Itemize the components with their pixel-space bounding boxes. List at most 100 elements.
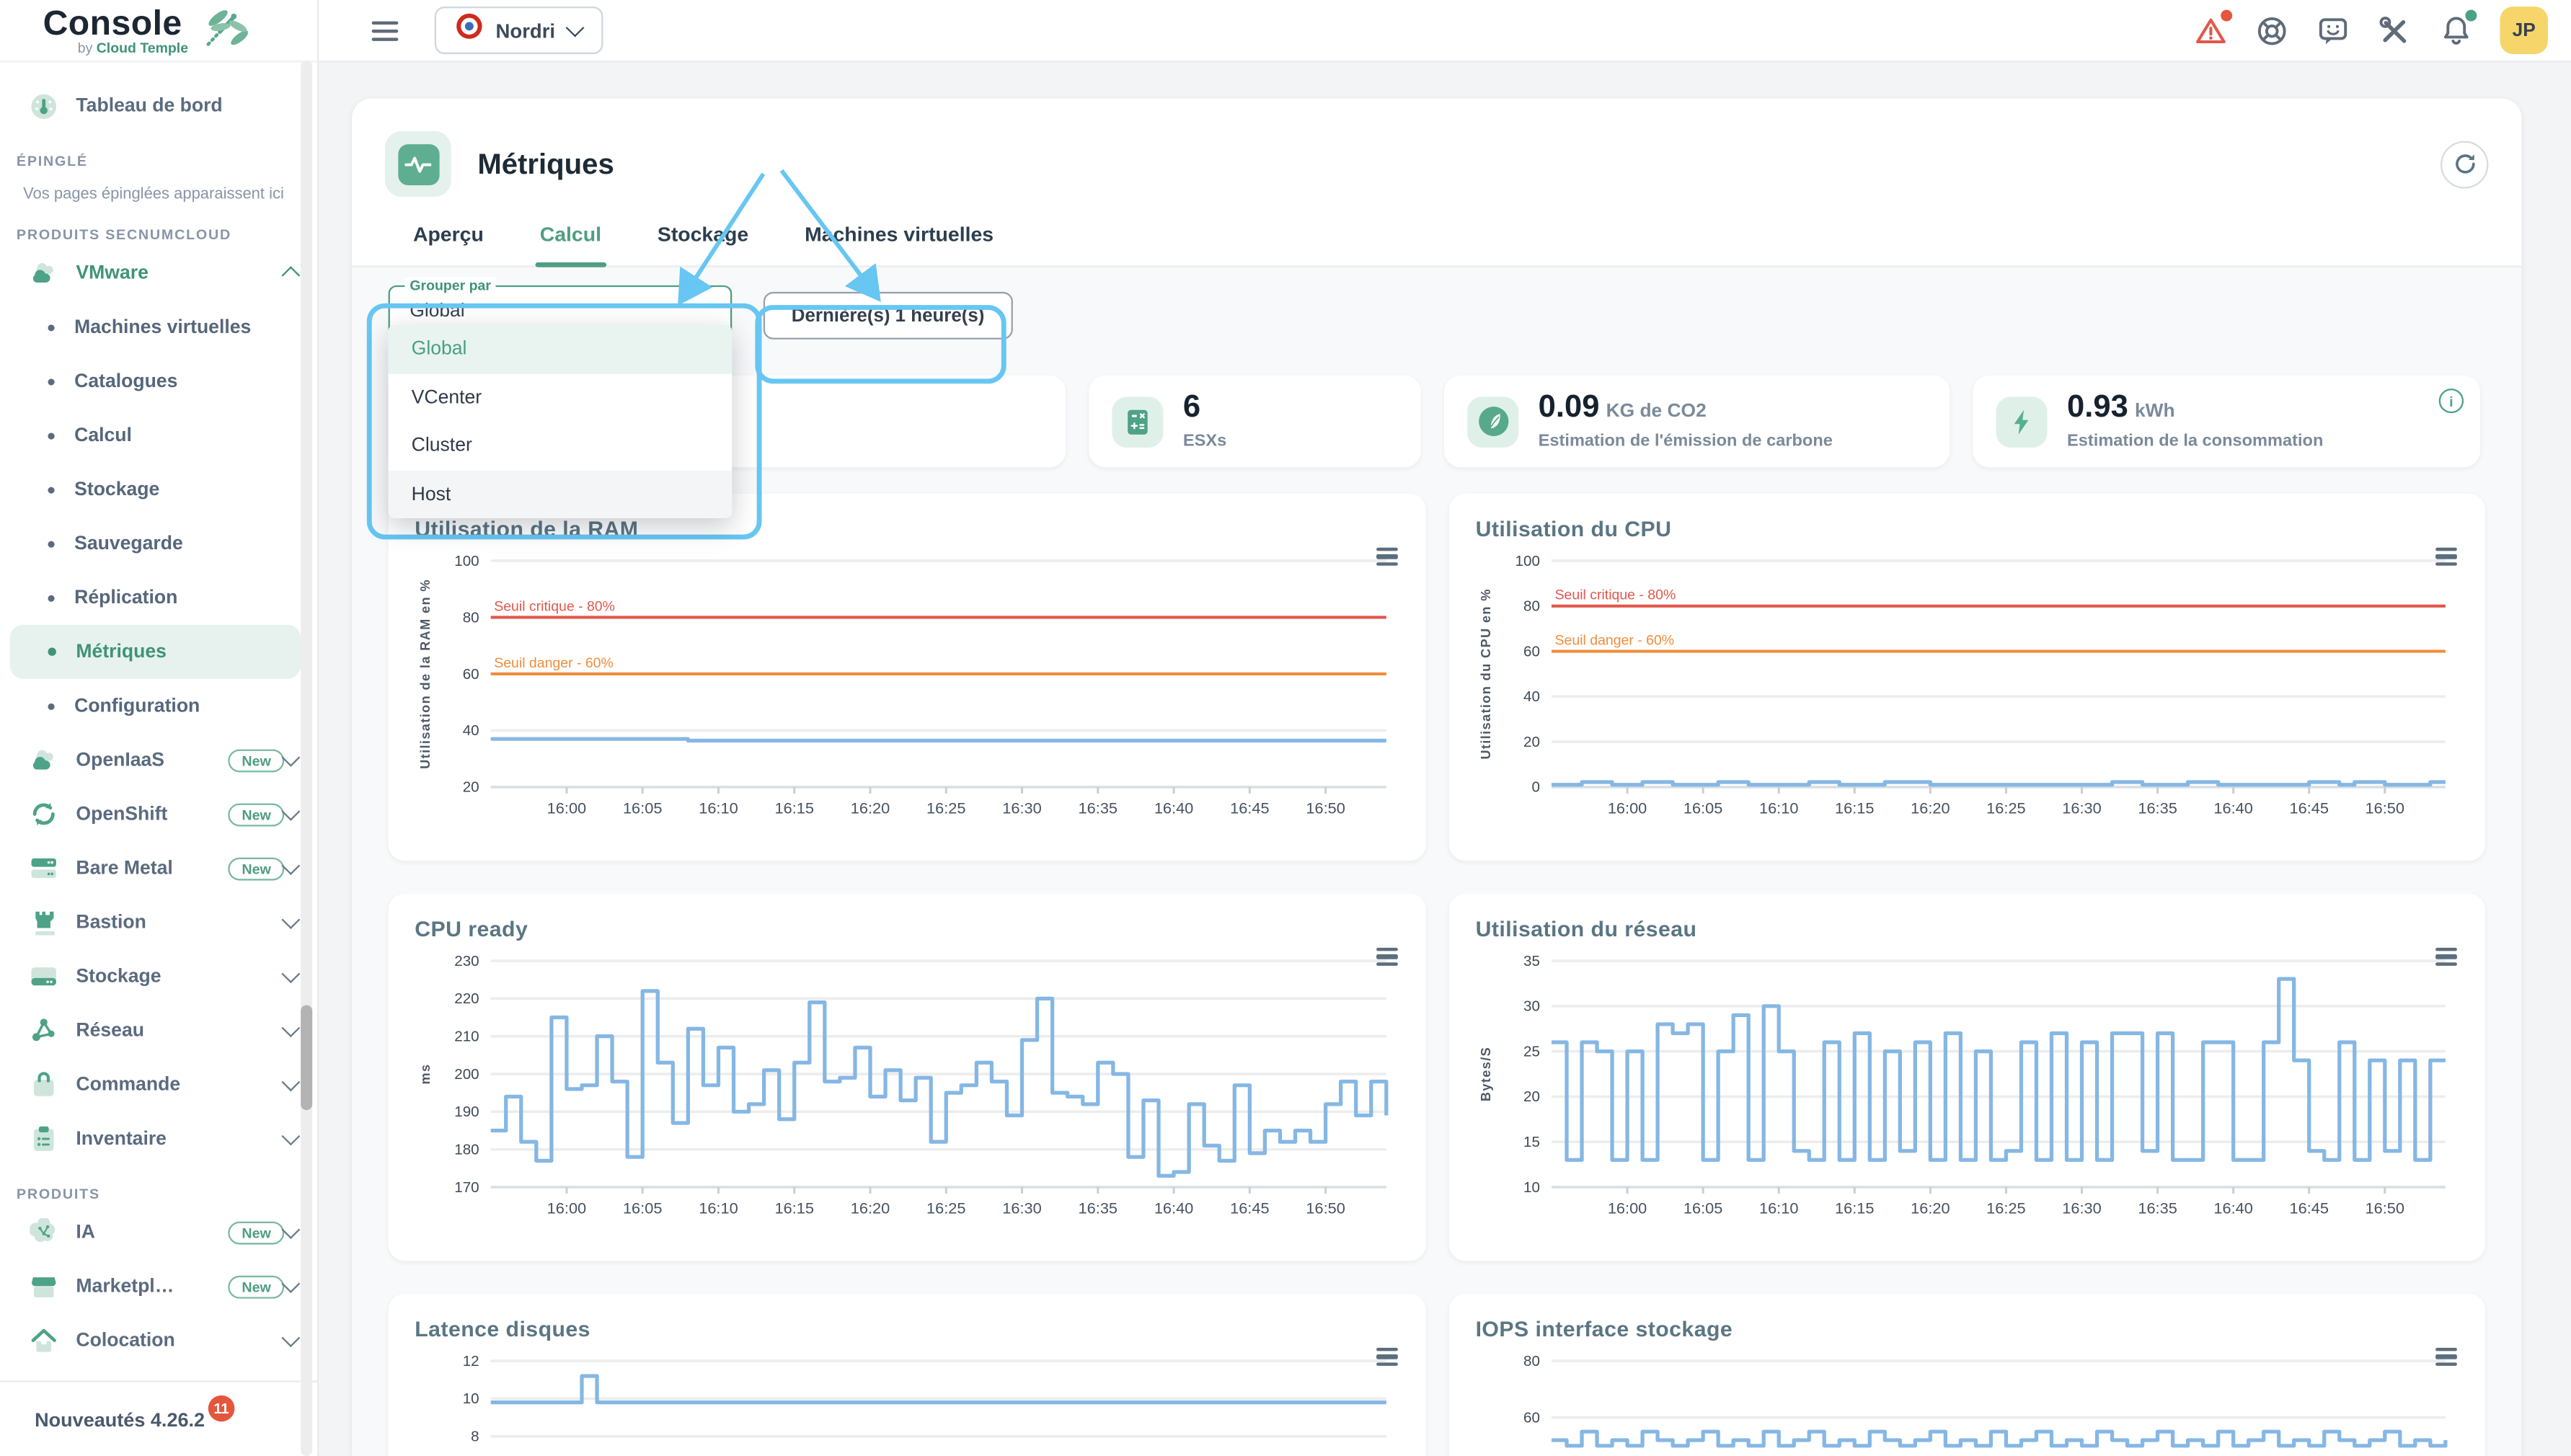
svg-text:16:50: 16:50: [2366, 799, 2404, 817]
sidebar-item-inventaire[interactable]: Inventaire: [0, 1111, 317, 1166]
chevron-down-icon: [281, 1018, 300, 1037]
sidebar-item-label: IA: [76, 1222, 218, 1243]
sidebar-item-openshift[interactable]: OpenShift New: [0, 787, 317, 841]
logo-subtitle: by Cloud Temple: [78, 40, 188, 56]
svg-text:16:00: 16:00: [547, 1199, 586, 1217]
option-cluster[interactable]: Cluster: [389, 422, 733, 470]
sidebar-item-stockage[interactable]: Stockage: [0, 949, 317, 1003]
sidebar-item-label: Calcul: [74, 425, 132, 446]
whatsnew-link[interactable]: Nouveautés 4.26.2 11: [0, 1380, 317, 1456]
svg-text:40: 40: [1523, 688, 1540, 705]
dragonfly-icon: [198, 4, 248, 61]
sidebar-item-colocation[interactable]: Colocation: [0, 1313, 317, 1367]
sidebar-item-label: Configuration: [74, 696, 200, 717]
sidebar-item-sauvegarde[interactable]: Sauvegarde: [0, 517, 317, 571]
whatsnew-label: Nouveautés 4.26.2: [35, 1408, 205, 1431]
sidebar-item-calcul[interactable]: Calcul: [0, 408, 317, 462]
svg-text:16:40: 16:40: [2213, 1199, 2252, 1217]
svg-text:10: 10: [463, 1390, 479, 1407]
svg-text:ms: ms: [417, 1063, 433, 1084]
tab-stockage[interactable]: Stockage: [629, 223, 776, 265]
sidebar-item-stockage-vmware[interactable]: Stockage: [0, 462, 317, 516]
svg-text:16:40: 16:40: [1154, 799, 1193, 817]
sidebar-item-label: OpenShift: [76, 804, 218, 825]
svg-text:Seuil danger - 60%: Seuil danger - 60%: [1555, 633, 1675, 649]
sidebar-scrollbar[interactable]: [301, 61, 312, 1456]
sidebar-item-label: Réplication: [74, 587, 177, 608]
sidebar: Console by Cloud Temple Tablea: [0, 0, 319, 1456]
help-lifebuoy-icon[interactable]: [2255, 14, 2288, 46]
sidebar-item-marketplace[interactable]: Marketpl… New: [0, 1259, 317, 1313]
stat-label: Estimation de l'émission de carbone: [1539, 433, 1833, 451]
tab-calcul[interactable]: Calcul: [512, 223, 629, 265]
chart-title: Utilisation du réseau: [1476, 917, 2459, 941]
tools-icon[interactable]: [2378, 14, 2411, 46]
tab-apercu[interactable]: Aperçu: [385, 223, 512, 265]
chevron-down-icon: [566, 19, 585, 37]
time-range-button[interactable]: Dernière(s) 1 heure(s): [764, 292, 1013, 339]
bolt-icon: [1996, 396, 2047, 447]
svg-text:16:10: 16:10: [699, 1199, 738, 1217]
stat-label: ESXs: [1183, 433, 1226, 451]
sidebar-item-dashboard[interactable]: Tableau de bord: [0, 79, 317, 133]
chevron-down-icon: [281, 1274, 300, 1293]
chevron-down-icon: [281, 1220, 300, 1239]
user-avatar[interactable]: JP: [2500, 6, 2547, 54]
svg-text:16:25: 16:25: [1986, 799, 2025, 817]
sidebar-item-metriques[interactable]: Métriques: [10, 625, 301, 679]
option-host[interactable]: Host: [389, 470, 733, 518]
refresh-button[interactable]: [2441, 140, 2488, 187]
svg-text:16:05: 16:05: [623, 1199, 662, 1217]
page-header: Métriques Aperçu Calcul Stockage Machine…: [352, 98, 2521, 267]
sidebar-item-configuration[interactable]: Configuration: [0, 679, 317, 733]
chevron-down-icon: [281, 964, 300, 983]
sidebar-item-openiaas[interactable]: OpenIaaS New: [0, 733, 317, 787]
chart-plot: 1008060402016:0016:0516:1016:1516:2016:2…: [415, 544, 1399, 833]
new-badge: New: [229, 1221, 284, 1244]
tab-machines-virtuelles[interactable]: Machines virtuelles: [776, 223, 1022, 265]
option-global[interactable]: Global: [389, 324, 733, 373]
svg-text:20: 20: [1523, 734, 1540, 750]
info-icon[interactable]: i: [2439, 389, 2464, 413]
hamburger-menu-icon[interactable]: [372, 16, 399, 45]
topbar-actions: JP: [2195, 6, 2571, 54]
svg-text:16:45: 16:45: [2289, 799, 2328, 817]
svg-text:60: 60: [1523, 1409, 1540, 1426]
sidebar-item-bare-metal[interactable]: Bare Metal New: [0, 841, 317, 895]
sidebar-item-label: Stockage: [76, 966, 284, 987]
bullet-icon: [48, 541, 54, 547]
secnumcloud-section-header: PRODUITS SECNUMCLOUD: [0, 207, 317, 247]
svg-text:16:05: 16:05: [1683, 799, 1722, 817]
sidebar-item-replication[interactable]: Réplication: [0, 571, 317, 625]
feedback-chat-icon[interactable]: [2316, 14, 2350, 46]
sidebar-item-catalogues[interactable]: Catalogues: [0, 354, 317, 408]
server-icon: [30, 854, 58, 882]
sidebar-item-label: Machines virtuelles: [74, 316, 251, 338]
sidebar-item-machines-virtuelles[interactable]: Machines virtuelles: [0, 300, 317, 354]
new-badge: New: [229, 803, 284, 826]
svg-text:16:45: 16:45: [2289, 1199, 2328, 1217]
svg-text:16:00: 16:00: [1608, 1199, 1647, 1217]
sidebar-item-bastion[interactable]: Bastion: [0, 895, 317, 949]
svg-text:16:30: 16:30: [2062, 799, 2101, 817]
tenant-selector[interactable]: Nordri: [435, 6, 603, 54]
chart-title: Latence disques: [415, 1317, 1399, 1341]
sidebar-item-ia[interactable]: IA New: [0, 1205, 317, 1259]
logo: Console by Cloud Temple: [0, 0, 317, 62]
alerts-warning-icon[interactable]: [2195, 14, 2228, 46]
svg-text:35: 35: [1523, 953, 1540, 969]
new-badge: New: [229, 748, 284, 771]
chart-card-disk-latency: Latence disques 12108642016:0016:0516:10…: [389, 1294, 1426, 1456]
notifications-bell-icon[interactable]: [2439, 14, 2472, 46]
sidebar-item-label: Sauvegarde: [74, 533, 183, 554]
sidebar-item-commande[interactable]: Commande: [0, 1057, 317, 1111]
svg-text:16:15: 16:15: [774, 799, 813, 817]
option-vcenter[interactable]: VCenter: [389, 373, 733, 422]
sidebar-item-vmware[interactable]: VMware: [0, 246, 317, 300]
svg-text:Bytes/S: Bytes/S: [1478, 1047, 1493, 1101]
svg-text:16:50: 16:50: [2366, 1199, 2404, 1217]
group-by-value: Global: [410, 302, 464, 321]
sidebar-item-reseau[interactable]: Réseau: [0, 1003, 317, 1057]
sidebar-scrollbar-thumb[interactable]: [301, 1005, 312, 1110]
svg-text:16:30: 16:30: [1002, 799, 1041, 817]
